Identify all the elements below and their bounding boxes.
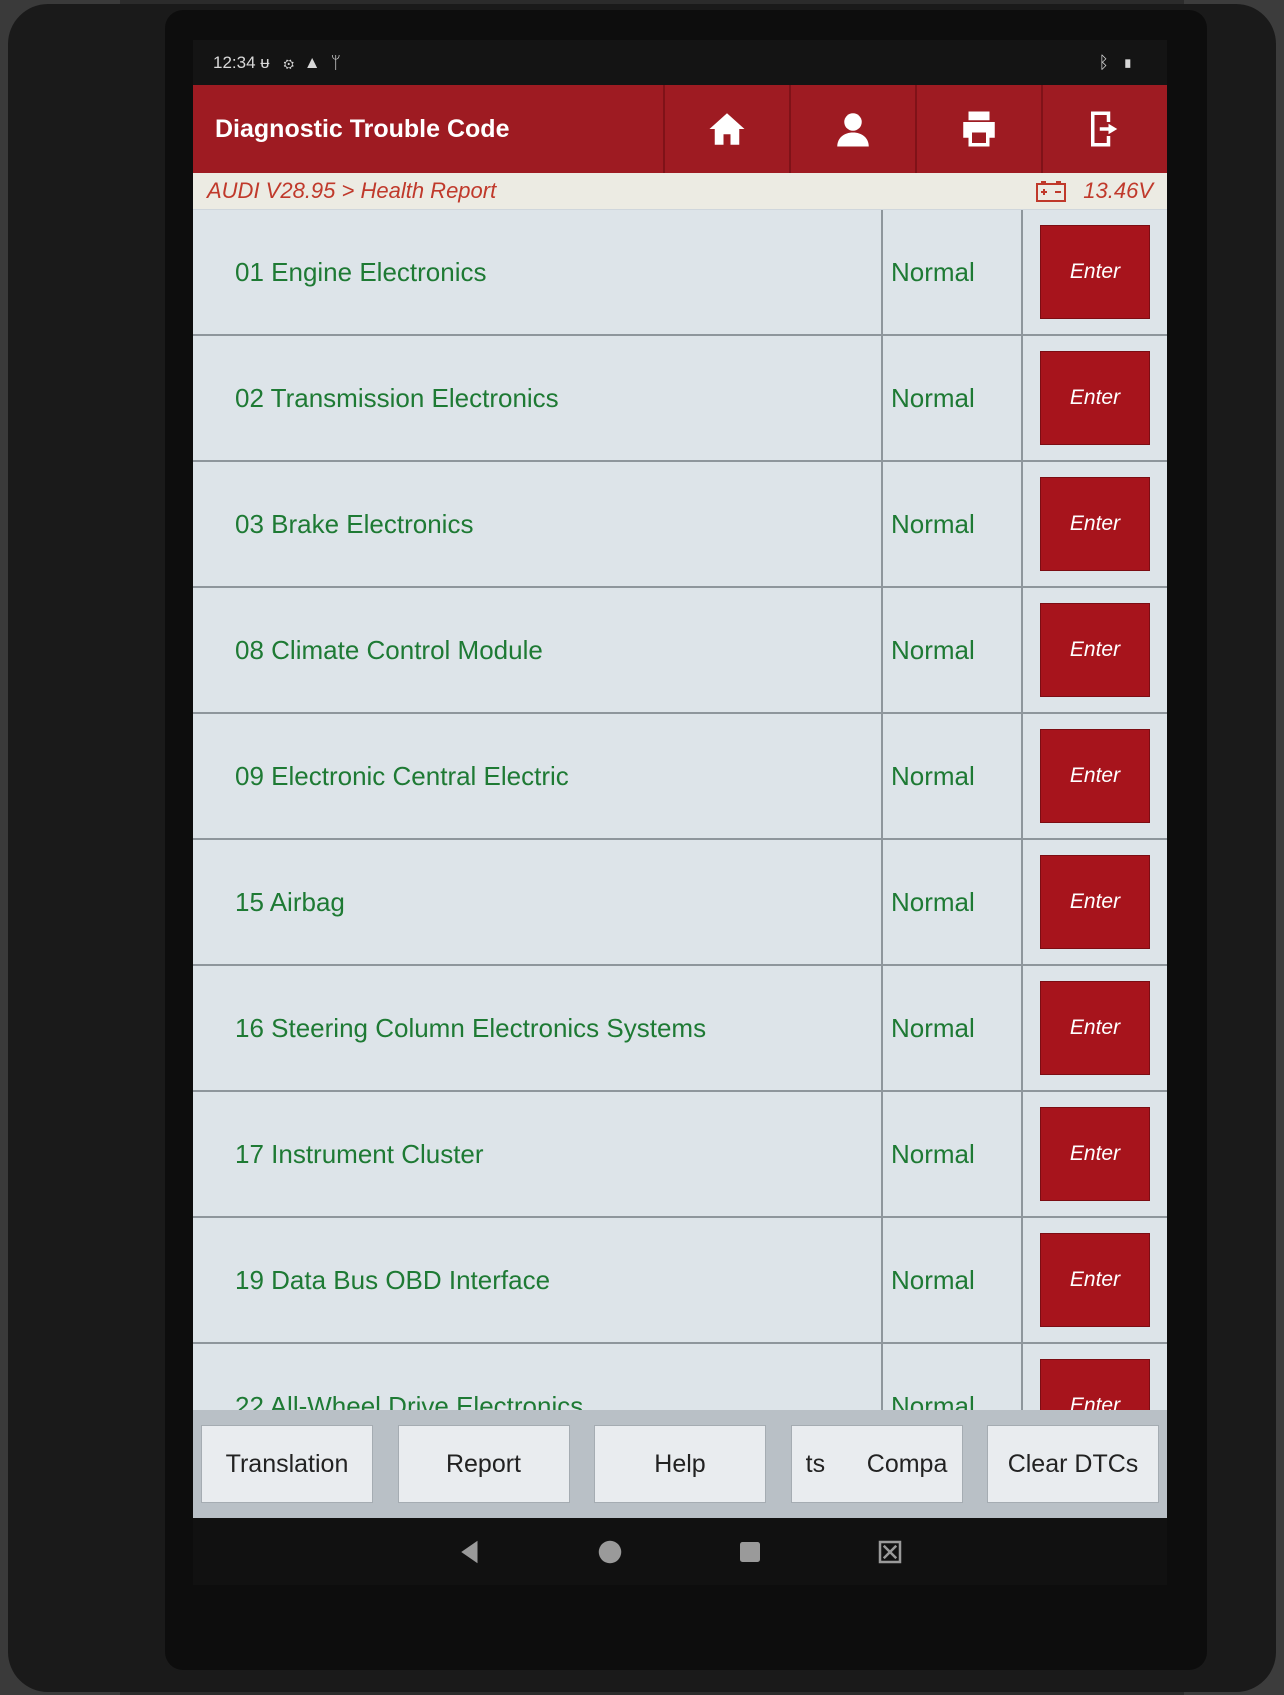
table-row: 08 Climate Control Module Normal Enter bbox=[193, 588, 1167, 714]
module-action-cell: Enter bbox=[1023, 210, 1167, 334]
enter-button[interactable]: Enter bbox=[1040, 1359, 1150, 1410]
print-icon bbox=[963, 111, 995, 147]
module-action-cell: Enter bbox=[1023, 1092, 1167, 1216]
exit-icon bbox=[1091, 111, 1118, 147]
back-icon[interactable] bbox=[455, 1537, 485, 1567]
page-title: Diagnostic Trouble Code bbox=[215, 114, 510, 143]
translation-button[interactable]: Translation bbox=[201, 1425, 373, 1503]
voltage-value: 13.46V bbox=[1083, 178, 1153, 203]
module-status: Normal bbox=[883, 840, 1023, 964]
enter-button[interactable]: Enter bbox=[1040, 981, 1150, 1075]
status-icons: ⚙▲ᛘ bbox=[284, 53, 351, 73]
home-button[interactable] bbox=[663, 85, 789, 173]
user-icon bbox=[837, 113, 869, 147]
home-circle-icon[interactable] bbox=[595, 1537, 625, 1567]
module-action-cell: Enter bbox=[1023, 336, 1167, 460]
tablet-screen: 12:34 ᵾ ⚙▲ᛘ ᛒ▮ Diagnostic Trouble Code A… bbox=[193, 40, 1167, 1585]
module-action-cell: Enter bbox=[1023, 966, 1167, 1090]
table-row: 16 Steering Column Electronics Systems No… bbox=[193, 966, 1167, 1092]
settings-icon: ⚙ bbox=[283, 52, 304, 72]
android-nav-bar bbox=[193, 1518, 1167, 1585]
module-name: 02 Transmission Electronics bbox=[193, 336, 883, 460]
help-button[interactable]: Help bbox=[594, 1425, 766, 1503]
enter-button[interactable]: Enter bbox=[1040, 729, 1150, 823]
module-action-cell: Enter bbox=[1023, 840, 1167, 964]
module-status: Normal bbox=[883, 1344, 1023, 1410]
screenshot-icon[interactable] bbox=[875, 1537, 905, 1567]
compare-button[interactable]: ts Compa bbox=[790, 1425, 963, 1503]
module-status: Normal bbox=[883, 336, 1023, 460]
recents-icon[interactable] bbox=[735, 1537, 765, 1567]
module-status: Normal bbox=[883, 1092, 1023, 1216]
module-name: 01 Engine Electronics bbox=[193, 210, 883, 334]
status-bar: 12:34 ᵾ ⚙▲ᛘ ᛒ▮ bbox=[193, 40, 1167, 85]
app-header: Diagnostic Trouble Code bbox=[193, 85, 1167, 173]
status-right-icons: ᛒ▮ bbox=[1099, 53, 1147, 73]
breadcrumb-bar: AUDI V28.95 > Health Report 13.46V bbox=[193, 173, 1167, 209]
report-button[interactable]: Report bbox=[397, 1425, 570, 1503]
module-status: Normal bbox=[883, 210, 1023, 334]
table-row: 01 Engine Electronics Normal Enter bbox=[193, 210, 1167, 336]
table-row: 17 Instrument Cluster Normal Enter bbox=[193, 1092, 1167, 1218]
module-action-cell: Enter bbox=[1023, 1218, 1167, 1342]
table-row: 02 Transmission Electronics Normal Enter bbox=[193, 336, 1167, 462]
module-name: 03 Brake Electronics bbox=[193, 462, 883, 586]
usb-icon: ᛘ bbox=[330, 52, 351, 72]
module-name: 16 Steering Column Electronics Systems bbox=[193, 966, 883, 1090]
table-row: 09 Electronic Central Electric Normal Ente… bbox=[193, 714, 1167, 840]
user-button[interactable] bbox=[789, 85, 915, 173]
enter-button[interactable]: Enter bbox=[1040, 225, 1150, 319]
module-name: 22 All-Wheel Drive Electronics bbox=[193, 1344, 883, 1410]
module-name: 09 Electronic Central Electric bbox=[193, 714, 883, 838]
voltage-indicator: 13.46V bbox=[1035, 178, 1153, 204]
table-row: 22 All-Wheel Drive Electronics Normal Ente… bbox=[193, 1344, 1167, 1410]
module-name: 17 Instrument Cluster bbox=[193, 1092, 883, 1216]
clear-dtcs-button[interactable]: Clear DTCs bbox=[987, 1425, 1159, 1503]
status-time: 12:34 ᵾ bbox=[213, 52, 270, 72]
module-action-cell: Enter bbox=[1023, 1344, 1167, 1410]
enter-button[interactable]: Enter bbox=[1040, 351, 1150, 445]
module-action-cell: Enter bbox=[1023, 588, 1167, 712]
table-row: 03 Brake Electronics Normal Enter bbox=[193, 462, 1167, 588]
bottom-toolbar: Translation Report Help ts Compa Clear D… bbox=[193, 1410, 1167, 1518]
table-row: 15 Airbag Normal Enter bbox=[193, 840, 1167, 966]
module-action-cell: Enter bbox=[1023, 462, 1167, 586]
module-name: 15 Airbag bbox=[193, 840, 883, 964]
breadcrumb: AUDI V28.95 > Health Report bbox=[207, 178, 497, 203]
module-action-cell: Enter bbox=[1023, 714, 1167, 838]
battery-icon: ▮ bbox=[1122, 52, 1147, 72]
module-name: 19 Data Bus OBD Interface bbox=[193, 1218, 883, 1342]
battery-voltage-icon bbox=[1036, 181, 1067, 202]
bluetooth-icon: ᛒ bbox=[1098, 52, 1123, 72]
home-icon bbox=[709, 113, 745, 145]
warning-icon: ▲ bbox=[303, 52, 331, 72]
enter-button[interactable]: Enter bbox=[1040, 855, 1150, 949]
table-row: 19 Data Bus OBD Interface Normal Enter bbox=[193, 1218, 1167, 1344]
enter-button[interactable]: Enter bbox=[1040, 603, 1150, 697]
module-name: 08 Climate Control Module bbox=[193, 588, 883, 712]
module-status: Normal bbox=[883, 462, 1023, 586]
enter-button[interactable]: Enter bbox=[1040, 477, 1150, 571]
exit-button[interactable] bbox=[1041, 85, 1167, 173]
module-list[interactable]: 01 Engine Electronics Normal Enter 02 Trans… bbox=[193, 210, 1167, 1410]
module-status: Normal bbox=[883, 966, 1023, 1090]
print-button[interactable] bbox=[915, 85, 1041, 173]
enter-button[interactable]: Enter bbox=[1040, 1107, 1150, 1201]
enter-button[interactable]: Enter bbox=[1040, 1233, 1150, 1327]
module-status: Normal bbox=[883, 1218, 1023, 1342]
module-status: Normal bbox=[883, 588, 1023, 712]
module-status: Normal bbox=[883, 714, 1023, 838]
